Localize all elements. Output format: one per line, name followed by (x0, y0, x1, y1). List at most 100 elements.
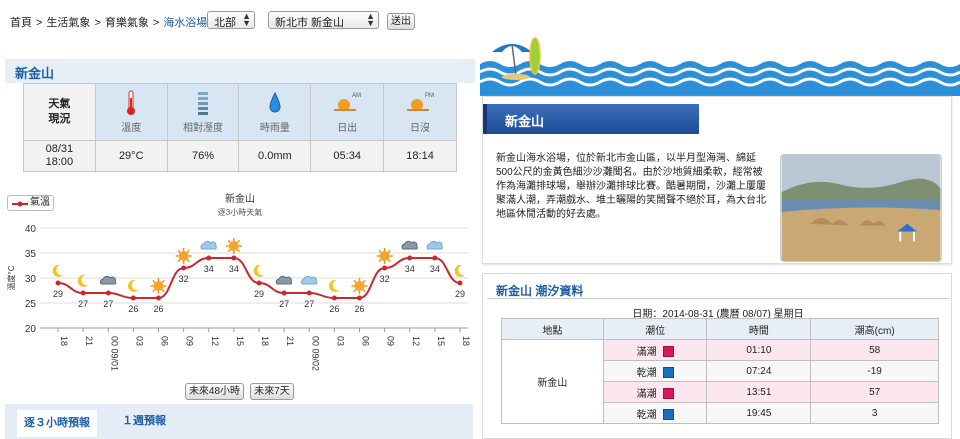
thermometer-icon (127, 90, 136, 115)
sun-icon (351, 278, 368, 294)
data-point (55, 280, 61, 286)
select-arrows-icon: ▲ ▼ (366, 11, 375, 28)
x-tick-label: 06 (160, 336, 170, 346)
region-select[interactable]: 北部 ▲ ▼ (207, 11, 255, 29)
tide-time: 07:24 (706, 360, 812, 382)
beach-banner (480, 37, 960, 96)
data-point (357, 295, 362, 301)
data-point (181, 265, 187, 271)
data-point (156, 295, 161, 301)
data-point (457, 280, 463, 286)
data-label: 27 (78, 299, 88, 309)
x-tick-label: 21 (285, 336, 295, 346)
sunset-label: 日沒 (410, 123, 431, 134)
y-tick-label: 30 (25, 274, 37, 285)
rainfall-label: 時雨量 (259, 123, 290, 134)
tide-header-height: 潮高(cm) (810, 318, 939, 340)
moon-icon (454, 264, 465, 277)
observation-date: 08/31 (45, 143, 74, 155)
temperature-label: 溫度 (121, 123, 142, 134)
data-point (105, 290, 111, 296)
data-label: 34 (204, 264, 214, 274)
tide-header-location: 地點 (501, 318, 604, 340)
sunset-header: PM 日沒 (383, 83, 457, 141)
tide-header-time: 時間 (706, 318, 812, 340)
x-tick-label: 06 (361, 336, 371, 346)
breadcrumb-home[interactable]: 首頁 (10, 17, 32, 29)
data-label: 26 (128, 304, 138, 314)
tab-3-hour-forecast[interactable]: 逐３小時預報 (17, 410, 97, 437)
moon-icon (128, 279, 139, 292)
tide-time: 01:10 (706, 339, 812, 361)
observation-time: 08/31 18:00 (23, 140, 96, 172)
tide-time: 19:45 (706, 402, 812, 424)
data-label: 29 (254, 289, 264, 299)
moon-icon (329, 279, 340, 292)
data-point (206, 255, 212, 261)
x-tick-label: 00 09/01 (109, 336, 119, 371)
data-point (281, 290, 287, 296)
humidity-icon (198, 92, 209, 115)
wave-pattern (480, 61, 960, 96)
tide-level: 乾潮 (636, 367, 657, 379)
breadcrumb-life-weather[interactable]: 生活氣象 (46, 17, 90, 29)
tide-time: 13:51 (706, 381, 812, 403)
tab-weekly-forecast[interactable]: １週預報 (114, 410, 174, 432)
temperature-value: 29°C (94, 140, 168, 172)
sun-icon (150, 278, 167, 294)
temperature-chart: 新金山逐3小時天氣 20 25 30 35 40 溫度°C 18 21 00 09/01 03 06 0… (6, 192, 471, 371)
x-tick-label: 15 (235, 336, 245, 346)
temperature-header: 溫度 (94, 83, 168, 141)
sunset-value: 18:14 (383, 140, 457, 172)
x-tick-label: 18 (260, 336, 270, 346)
moon-icon (52, 264, 63, 277)
tide-height: 58 (810, 339, 939, 361)
data-label: 34 (229, 264, 239, 274)
data-label: 34 (430, 264, 440, 274)
x-tick-label: 09 (386, 336, 396, 346)
x-tick-label: 18 (461, 336, 471, 346)
tide-table: 地點 潮位 時間 潮高(cm) 新金山 滿潮 01:10 58 乾潮 07:24… (501, 318, 939, 424)
humidity-label: 相對溼度 (183, 123, 224, 134)
tide-level-cell: 乾潮 (602, 402, 708, 424)
location-select[interactable]: 新北市 新金山 ▲ ▼ (268, 11, 379, 29)
tide-level-cell: 滿潮 (602, 339, 708, 361)
data-label: 29 (53, 289, 63, 299)
data-point (130, 295, 136, 301)
x-tick-label: 00 09/02 (310, 336, 320, 371)
tide-level: 滿潮 (636, 346, 657, 358)
cloudy-night-icon (100, 275, 117, 285)
next-7-days-button[interactable]: 未來7天 (250, 383, 294, 400)
data-point (80, 290, 86, 296)
breadcrumb: 首頁 > 生活氣象 > 育樂氣象 > 海水浴場 (10, 14, 207, 30)
location-header: 新金山 (5, 59, 475, 83)
cloud-icon (301, 275, 318, 285)
tide-location: 新金山 (501, 339, 604, 424)
beach-title-bar: 新金山 (483, 104, 699, 134)
data-point (407, 255, 413, 261)
beach-description: 新金山海水浴場，位於新北市金山區，以半月型海灣、綿延500公尺的金黃色細沙沙灘聞… (496, 153, 766, 220)
low-tide-icon (662, 409, 674, 421)
data-point (231, 255, 237, 261)
data-point (256, 280, 262, 286)
sunrise-label: 日出 (337, 123, 358, 134)
next-48-hours-button[interactable]: 未來48小時 (185, 383, 244, 400)
high-tide-icon (662, 388, 674, 400)
data-label: 32 (179, 274, 189, 284)
data-point (382, 265, 388, 271)
sun-icon (175, 248, 192, 264)
tide-header-level: 潮位 (602, 318, 708, 340)
tide-level: 乾潮 (636, 409, 657, 421)
breadcrumb-leisure-weather[interactable]: 育樂氣象 (105, 17, 149, 29)
location-title: 新金山 (15, 66, 55, 81)
submit-button[interactable]: 送出 (387, 13, 415, 30)
beach-title: 新金山 (505, 114, 545, 129)
data-label: 29 (455, 289, 465, 299)
moon-icon (253, 264, 264, 277)
data-label: 27 (304, 299, 314, 309)
sun-icon (376, 248, 393, 264)
y-tick-label: 20 (25, 324, 37, 335)
x-tick-label: 12 (411, 336, 421, 346)
cloud-icon (426, 240, 443, 250)
tide-level-cell: 滿潮 (602, 381, 708, 403)
